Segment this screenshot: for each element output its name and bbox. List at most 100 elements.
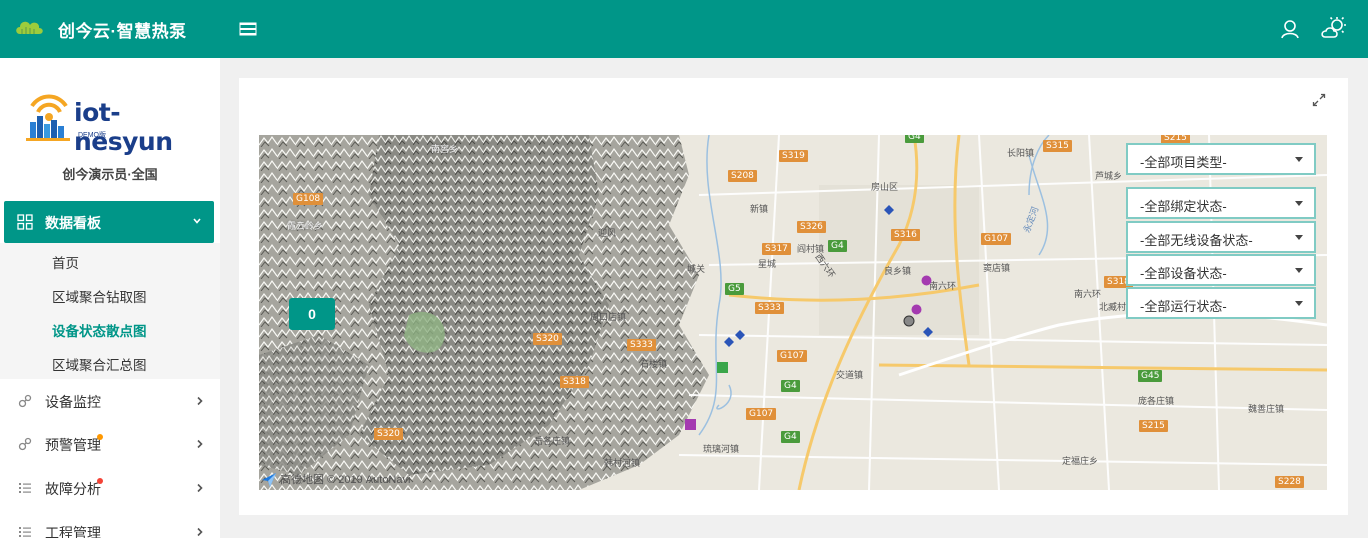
road-label: G107 [777, 350, 808, 362]
list-icon [19, 527, 31, 537]
place-label: 城关 [687, 264, 706, 274]
place-label: 南窖乡 [431, 144, 459, 154]
road-label: G108 [293, 193, 324, 205]
filter-project-type-select[interactable]: -全部项目类型- [1126, 143, 1316, 175]
device-marker-running[interactable] [717, 362, 728, 373]
select-value: -全部项目类型- [1140, 155, 1227, 170]
submenu-item-region-summary[interactable]: 区域聚合汇总图 [52, 354, 147, 374]
caret-down-icon [1295, 157, 1303, 162]
road-label: S228 [1275, 476, 1304, 488]
road-label: G107 [746, 408, 777, 420]
submenu-item-region-drill[interactable]: 区域聚合钻取图 [52, 286, 147, 306]
map-attribution: 高德地图 © 2019 AutoNavi [261, 471, 410, 488]
hamburger-menu-icon[interactable] [238, 20, 260, 38]
chevron-down-icon [193, 218, 201, 224]
place-label: 魏善庄镇 [1248, 404, 1285, 414]
account-name: 创今演示员·全国 [62, 167, 158, 182]
place-label: 韩村河镇 [604, 458, 641, 468]
filter-wireless-status-select[interactable]: -全部无线设备状态- [1126, 221, 1316, 253]
nav-item-label: 设备监控 [45, 394, 101, 410]
brand-name: iot-nesyun [74, 98, 173, 156]
chevron-right-icon [197, 439, 203, 449]
road-label: S315 [1043, 140, 1072, 152]
select-value: -全部设备状态- [1140, 266, 1227, 281]
place-label: 石楼镇 [640, 359, 668, 369]
road-label: S319 [779, 150, 808, 162]
place-label: 琉璃河镇 [703, 444, 740, 454]
place-label: 庞各庄镇 [1138, 396, 1175, 406]
road-label: G4 [905, 135, 924, 143]
weather-icon[interactable] [1320, 16, 1348, 40]
place-label: 南六环 [929, 281, 957, 291]
brand-logo: iot-nesyun DEMO版 [24, 92, 214, 156]
user-icon[interactable] [1279, 18, 1301, 40]
road-label: S208 [728, 170, 757, 182]
place-label: 长阳镇 [1007, 148, 1035, 158]
nav-item-fault-analysis[interactable]: 故障分析 [0, 468, 220, 508]
amap-logo-icon [262, 473, 276, 488]
caret-down-icon [1295, 235, 1303, 240]
place-label: 房山区 [871, 182, 899, 192]
notification-dot [97, 434, 103, 440]
place-label: 芦城乡 [1095, 171, 1123, 181]
device-marker-online[interactable] [735, 330, 745, 340]
top-header-bar: 创今云·智慧热泵 [0, 0, 1368, 58]
list-icon [19, 483, 31, 493]
road-label: S326 [797, 221, 826, 233]
gear-link-icon [18, 437, 32, 451]
place-label: 周口店镇 [590, 312, 627, 322]
place-label: 交道镇 [836, 370, 864, 380]
chevron-right-icon [197, 527, 203, 537]
caret-down-icon [1295, 201, 1303, 206]
nav-item-project-manage[interactable]: 工程管理 [0, 512, 220, 538]
nav-group-label: 数据看板 [45, 215, 101, 231]
filter-binding-status-select[interactable]: -全部绑定状态- [1126, 187, 1316, 219]
road-label: S333 [627, 339, 656, 351]
nav-item-device-monitor[interactable]: 设备监控 [0, 381, 220, 421]
nav-item-alert-manage[interactable]: 预警管理 [0, 424, 220, 464]
submenu-item-home[interactable]: 首页 [52, 252, 79, 272]
road-label: G4 [781, 431, 800, 443]
select-value: -全部运行状态- [1140, 299, 1227, 314]
device-status-scatter-map[interactable]: G4 S215 S315 S319 S208 G108 S326 S317 G4… [259, 135, 1327, 490]
select-value: -全部绑定状态- [1140, 199, 1227, 214]
nav-group-dashboard[interactable]: 数据看板 [4, 201, 214, 243]
device-marker-online[interactable] [724, 337, 734, 347]
chevron-right-icon [197, 396, 203, 406]
road-label: S318 [560, 376, 589, 388]
grid-icon [17, 214, 33, 230]
road-label: G5 [725, 283, 744, 295]
place-label: 良乡镇 [884, 266, 912, 276]
device-marker-online[interactable] [884, 205, 894, 215]
submenu-item-device-scatter[interactable]: 设备状态散点图 [52, 320, 147, 340]
road-label: S320 [374, 428, 403, 440]
sidebar: iot-nesyun DEMO版 创今演示员·全国 数据看板 首页 区域聚合钻取… [0, 58, 220, 538]
road-label: G4 [828, 240, 847, 252]
road-label: G45 [1138, 370, 1163, 382]
gear-link-icon [18, 394, 32, 408]
device-marker-alarm[interactable] [921, 275, 932, 286]
device-marker-online[interactable] [923, 327, 933, 337]
device-marker-offline[interactable] [903, 315, 915, 327]
place-label: 定福庄乡 [1062, 456, 1099, 466]
brand-edition: DEMO版 [78, 132, 106, 139]
device-marker-fault[interactable] [685, 419, 696, 430]
fullscreen-expand-icon[interactable] [1312, 93, 1326, 107]
nav-item-label: 故障分析 [45, 481, 101, 497]
road-label: S316 [891, 229, 920, 241]
chevron-right-icon [197, 483, 203, 493]
place-label: 迎风 [598, 228, 617, 238]
device-marker-alarm[interactable] [911, 304, 922, 315]
place-label: 岳各庄镇 [534, 436, 571, 446]
filter-device-status-select[interactable]: -全部设备状态- [1126, 254, 1316, 286]
nav-item-label: 工程管理 [45, 525, 101, 538]
cluster-count-button[interactable]: 0 [289, 298, 335, 330]
caret-down-icon [1295, 301, 1303, 306]
filter-run-status-select[interactable]: -全部运行状态- [1126, 287, 1316, 319]
nav-item-label: 预警管理 [45, 437, 101, 453]
dashboard-submenu: 首页 区域聚合钻取图 设备状态散点图 区域聚合汇总图 [0, 243, 220, 379]
caret-down-icon [1295, 268, 1303, 273]
road-label: S317 [762, 243, 791, 255]
brand-wifi-city-icon [26, 94, 70, 141]
cloud-logo-icon [16, 21, 43, 34]
